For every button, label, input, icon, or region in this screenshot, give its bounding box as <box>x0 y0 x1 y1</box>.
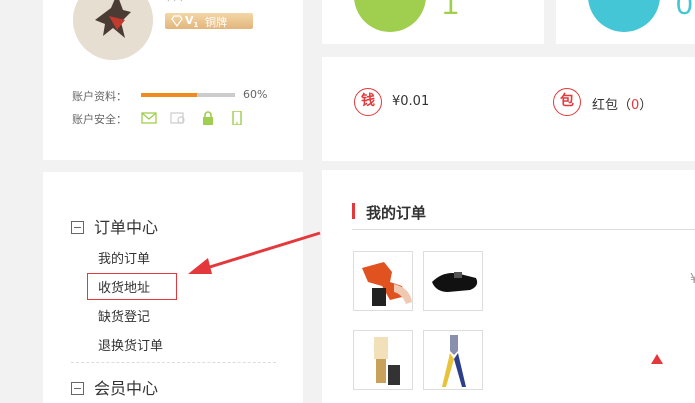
annotation-arrow-icon <box>188 231 321 274</box>
product-thumbnail[interactable] <box>423 251 483 311</box>
stat-value: 0 <box>676 0 693 21</box>
profile-panel: *** V1 铜牌 账户资料： 60% 账户安全： <box>43 0 303 160</box>
avatar[interactable] <box>73 0 153 60</box>
redpacket-link[interactable]: 红包（0） <box>592 94 652 113</box>
stat-value: 1 <box>442 0 459 21</box>
price-fragment: ¥ <box>690 272 695 287</box>
divider <box>352 229 695 230</box>
profile-progress-percent: 60% <box>243 88 268 101</box>
sidebar-menu: 订单中心 我的订单 收货地址 缺货登记 退换货订单 会员中心 <box>43 172 303 403</box>
vip-level: 铜牌 <box>205 16 227 29</box>
stat-tile-1[interactable]: 1 <box>322 0 544 44</box>
product-thumbnail[interactable] <box>353 330 413 390</box>
menu-item-shipping-address[interactable]: 收货地址 <box>98 277 150 296</box>
title-accent-bar <box>352 203 355 219</box>
profile-progress-fill <box>141 93 198 97</box>
balance-amount[interactable]: ¥0.01 <box>392 94 429 109</box>
mail-icon[interactable] <box>141 111 157 125</box>
orders-panel: 我的订单 ¥ <box>322 170 695 403</box>
vip-badge: V1 铜牌 <box>165 13 253 29</box>
profile-progress-bar <box>141 93 235 97</box>
menu-item-return-orders[interactable]: 退换货订单 <box>98 335 163 354</box>
bag-icon: 包 <box>553 88 581 116</box>
stat-icon-circle <box>354 0 426 32</box>
collapse-icon[interactable] <box>71 382 84 395</box>
stat-icon-circle <box>588 0 660 32</box>
profile-label: 账户资料： <box>72 90 127 103</box>
security-label: 账户安全： <box>72 113 127 126</box>
id-card-icon[interactable] <box>170 111 186 125</box>
lock-icon[interactable] <box>200 111 216 125</box>
back-to-top-icon[interactable] <box>651 354 663 364</box>
orders-title: 我的订单 <box>366 204 427 222</box>
diamond-icon <box>171 15 183 27</box>
product-thumbnail[interactable] <box>423 330 483 390</box>
section-order-center[interactable]: 订单中心 <box>71 214 158 238</box>
username: *** <box>165 0 185 9</box>
stat-tile-2[interactable]: 0 <box>556 0 695 44</box>
vip-prefix: V1 <box>185 14 199 30</box>
money-icon: 钱 <box>354 88 382 116</box>
divider <box>71 362 276 363</box>
menu-item-my-orders[interactable]: 我的订单 <box>98 248 150 267</box>
collapse-icon[interactable] <box>71 221 84 234</box>
menu-item-stockout-register[interactable]: 缺货登记 <box>98 306 150 325</box>
phone-icon[interactable] <box>229 111 245 125</box>
product-thumbnail[interactable] <box>353 251 413 311</box>
wallet-panel: 钱 ¥0.01 包 红包（0） <box>322 57 695 161</box>
section-member-center[interactable]: 会员中心 <box>71 375 158 399</box>
